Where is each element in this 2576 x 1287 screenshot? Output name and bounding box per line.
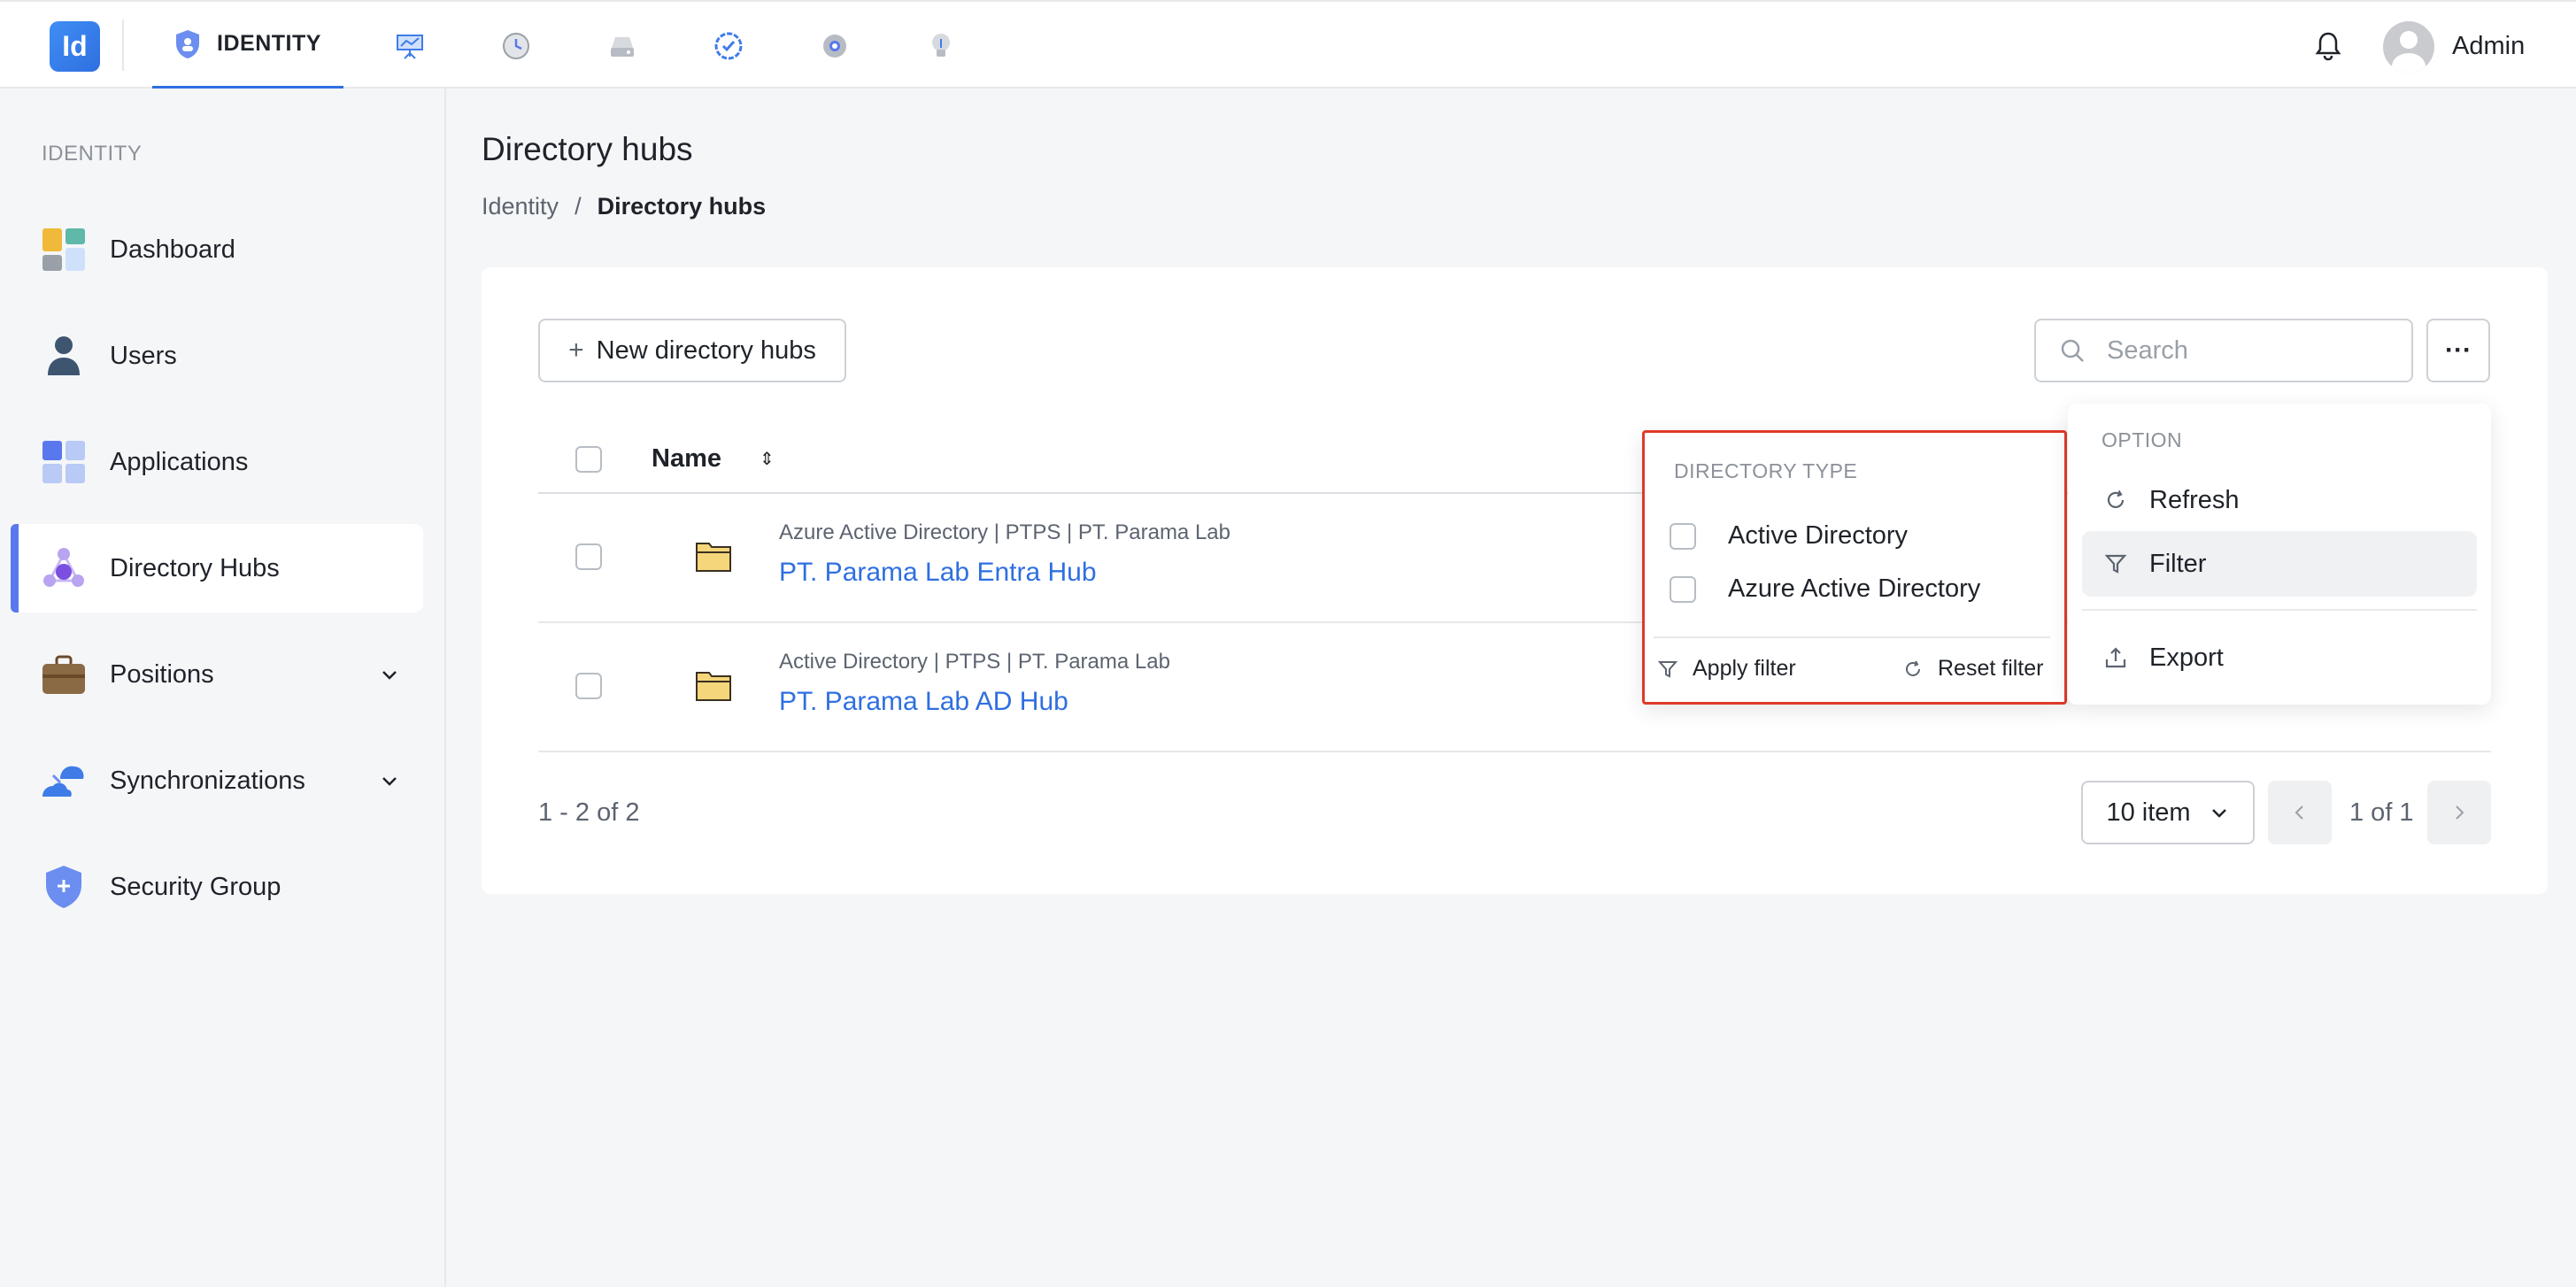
filter-option-label: Active Directory (1728, 521, 1909, 550)
sidebar-item-applications[interactable]: Applications (11, 418, 423, 506)
search-placeholder: Search (2107, 335, 2188, 365)
reset-filter-button[interactable]: Reset filter (1902, 656, 2043, 682)
menu-item-label: Filter (2149, 549, 2207, 578)
folder-icon (696, 543, 731, 572)
shield-plus-icon (46, 866, 81, 908)
user-icon (48, 336, 80, 375)
verified-badge-icon[interactable] (709, 27, 748, 66)
reset-filter-label: Reset filter (1938, 656, 2044, 681)
apply-filter-button[interactable]: Apply filter (1657, 656, 1796, 682)
sidebar-heading: IDENTITY (42, 142, 143, 166)
sidebar-item-users[interactable]: Users (11, 312, 423, 400)
menu-item-label: Refresh (2149, 485, 2240, 514)
page-title: Directory hubs (482, 131, 693, 167)
breadcrumb: Identity / Directory hubs (482, 193, 766, 220)
logo-divider (122, 19, 124, 71)
plus-icon: + (568, 335, 584, 365)
row-name-link[interactable]: PT. Parama Lab Entra Hub (779, 558, 1097, 588)
search-icon (2061, 339, 2084, 362)
menu-item-refresh[interactable]: Refresh (2082, 467, 2477, 533)
filter-option-active-directory[interactable]: Active Directory (1670, 521, 1908, 551)
cloud-sync-icon (42, 766, 84, 797)
next-page-button[interactable] (2427, 781, 2491, 844)
sidebar-item-dashboard[interactable]: Dashboard (11, 205, 423, 294)
briefcase-icon (42, 655, 85, 694)
column-header-name[interactable]: Name (652, 444, 721, 474)
directory-hubs-icon (43, 548, 84, 587)
tab-identity[interactable]: IDENTITY (152, 2, 343, 90)
presentation-icon[interactable] (390, 27, 429, 66)
sidebar-item-label: Applications (110, 447, 249, 476)
filter-icon (1657, 660, 1678, 678)
refresh-icon (2107, 489, 2125, 508)
sidebar-item-positions[interactable]: Positions (11, 630, 423, 719)
sidebar: IDENTITY Dashboard Users Applications Di… (0, 89, 446, 1287)
options-menu: OPTION Refresh Filter Export (2068, 404, 2491, 705)
filter-option-label: Azure Active Directory (1728, 574, 1981, 603)
history-clock-icon[interactable] (497, 27, 536, 66)
sidebar-item-security-group[interactable]: Security Group (11, 843, 423, 931)
select-all-checkbox[interactable] (575, 446, 602, 473)
row-checkbox[interactable] (575, 673, 602, 699)
page-size-value: 10 item (2106, 798, 2191, 827)
menu-item-filter[interactable]: Filter (2082, 531, 2477, 597)
shield-icon (176, 29, 200, 58)
filter-icon (2104, 554, 2127, 574)
folder-icon (696, 672, 731, 701)
page-indicator: 1 of 1 (2349, 798, 2414, 827)
user-avatar[interactable] (2383, 21, 2434, 73)
refresh-icon (1906, 660, 1920, 676)
sidebar-item-label: Dashboard (110, 235, 235, 264)
search-input[interactable]: Search (2034, 319, 2413, 382)
menu-item-export[interactable]: Export (2082, 625, 2477, 690)
chevron-down-icon[interactable] (377, 768, 402, 793)
row-checkbox[interactable] (575, 543, 602, 570)
sort-icon[interactable]: ⇕ (760, 448, 775, 470)
chevron-right-icon (2456, 805, 2464, 820)
row-meta: Active Directory | PTPS | PT. Parama Lab (779, 650, 1170, 674)
filter-option-azure-active-directory[interactable]: Azure Active Directory (1670, 574, 1980, 604)
menu-item-label: Export (2149, 643, 2224, 672)
new-directory-hubs-button[interactable]: + New directory hubs (538, 319, 846, 382)
storage-drive-icon[interactable] (603, 27, 642, 66)
result-count: 1 - 2 of 2 (538, 798, 640, 827)
top-bar: Id IDENTITY Admin (0, 0, 2576, 90)
chevron-down-icon[interactable] (377, 662, 402, 687)
sidebar-item-label: Security Group (110, 872, 282, 901)
row-meta: Azure Active Directory | PTPS | PT. Para… (779, 520, 1230, 544)
filter-popover: DIRECTORY TYPE Active Directory Azure Ac… (1642, 430, 2067, 705)
prev-page-button[interactable] (2268, 781, 2332, 844)
page-size-select[interactable]: 10 item (2081, 781, 2255, 844)
sidebar-item-directory-hubs[interactable]: Directory Hubs (11, 524, 423, 613)
new-button-label: New directory hubs (596, 335, 816, 365)
sidebar-item-synchronizations[interactable]: Synchronizations (11, 736, 423, 825)
settings-gear-icon[interactable] (815, 27, 854, 66)
lightbulb-icon[interactable] (922, 27, 960, 66)
filter-checkbox[interactable] (1670, 522, 1696, 550)
chevron-down-icon (2211, 809, 2226, 818)
menu-divider (2082, 609, 2477, 611)
more-options-button[interactable]: ··· (2426, 319, 2490, 382)
applications-icon (42, 441, 85, 483)
filter-heading: DIRECTORY TYPE (1674, 459, 1858, 482)
breadcrumb-separator: / (575, 193, 582, 220)
sidebar-item-label: Users (110, 341, 177, 370)
row-name-link[interactable]: PT. Parama Lab AD Hub (779, 687, 1068, 717)
filter-divider (1654, 636, 2050, 638)
user-name[interactable]: Admin (2452, 32, 2525, 61)
sidebar-item-label: Synchronizations (110, 766, 305, 795)
notifications-bell-icon[interactable] (2309, 27, 2348, 66)
chevron-left-icon (2294, 805, 2303, 820)
breadcrumb-link-identity[interactable]: Identity (482, 193, 559, 220)
sidebar-item-label: Directory Hubs (110, 553, 280, 582)
breadcrumb-current: Directory hubs (597, 193, 767, 220)
export-icon (2105, 647, 2126, 668)
dashboard-icon (42, 228, 85, 271)
tab-identity-label: IDENTITY (217, 31, 321, 56)
apply-filter-label: Apply filter (1693, 656, 1796, 681)
sidebar-item-label: Positions (110, 659, 214, 689)
options-heading: OPTION (2102, 428, 2183, 451)
filter-checkbox[interactable] (1670, 575, 1696, 603)
app-logo[interactable]: Id (50, 21, 100, 72)
